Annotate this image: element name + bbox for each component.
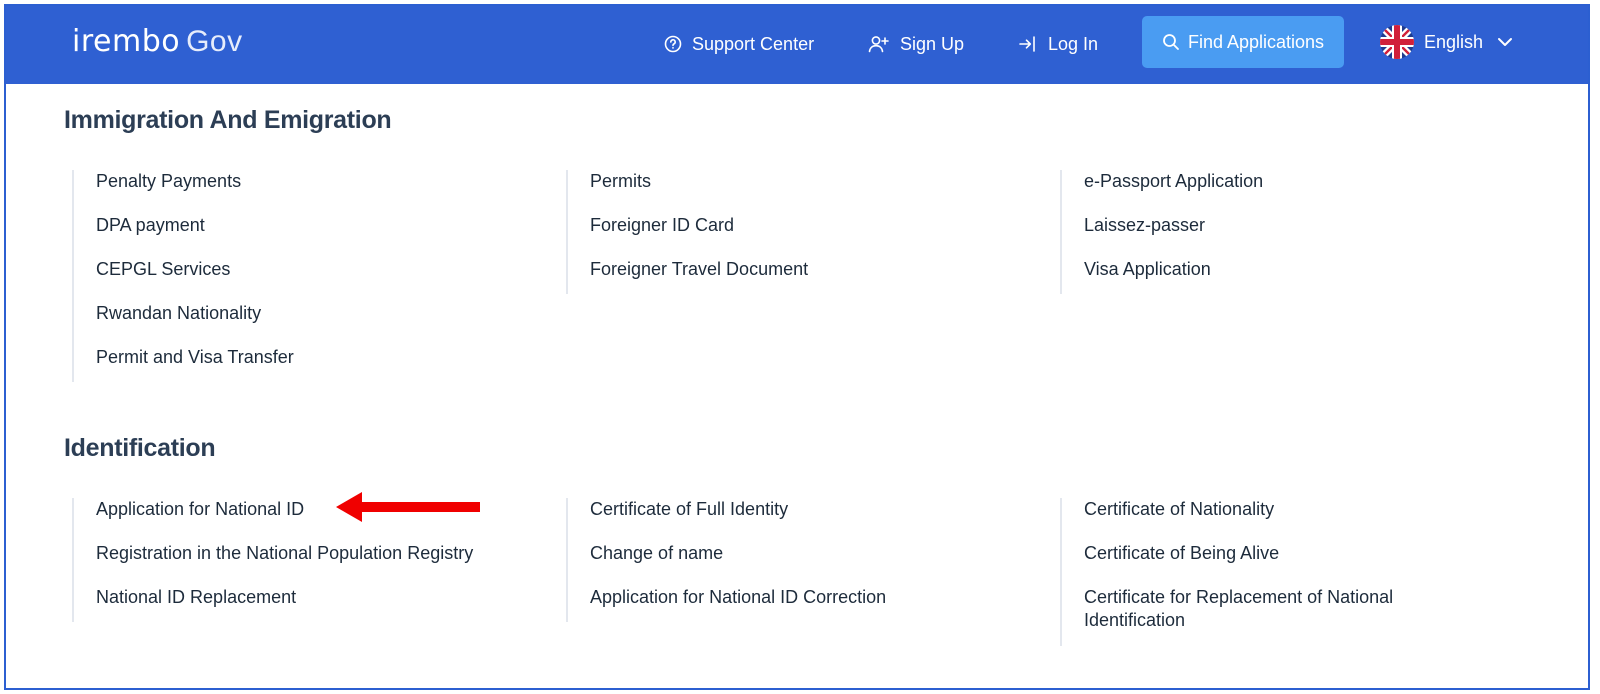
sign-up-label: Sign Up: [900, 33, 965, 54]
service-link[interactable]: Change of name: [590, 542, 886, 565]
uk-flag-icon: [1380, 25, 1414, 59]
find-applications-label: Find Applications: [1187, 31, 1325, 52]
red-arrow-annotation-icon: [336, 492, 480, 522]
service-link[interactable]: Permit and Visa Transfer: [96, 346, 294, 369]
service-link[interactable]: Foreigner ID Card: [590, 214, 808, 237]
brand-name: irembo: [72, 24, 181, 59]
immigration-column-3: e-Passport Application Laissez-passer Vi…: [1060, 170, 1263, 294]
service-link[interactable]: CEPGL Services: [96, 258, 294, 281]
find-applications-button[interactable]: Find Applications: [1142, 16, 1344, 68]
language-selector[interactable]: English: [1380, 22, 1513, 62]
search-icon: [1163, 34, 1179, 50]
log-in-link[interactable]: Log In: [1018, 28, 1098, 60]
service-link[interactable]: Certificate of Full Identity: [590, 498, 886, 521]
identification-column-2: Certificate of Full Identity Change of n…: [566, 498, 886, 622]
service-link[interactable]: Registration in the National Population …: [96, 542, 473, 565]
service-link[interactable]: Penalty Payments: [96, 170, 294, 193]
section-title-immigration: Immigration And Emigration: [64, 106, 392, 134]
immigration-column-1: Penalty Payments DPA payment CEPGL Servi…: [72, 170, 294, 382]
brand-logo[interactable]: irembo Gov: [72, 24, 243, 59]
service-link[interactable]: Rwandan Nationality: [96, 302, 294, 325]
language-label: English: [1424, 31, 1484, 52]
service-link[interactable]: Permits: [590, 170, 808, 193]
service-link[interactable]: Certificate of Nationality: [1084, 498, 1440, 521]
service-link[interactable]: Application for National ID Correction: [590, 586, 886, 609]
top-navbar: irembo Gov Support Center Sign Up Log In…: [6, 6, 1588, 84]
service-link[interactable]: Certificate for Replacement of National …: [1084, 586, 1440, 632]
service-link[interactable]: National ID Replacement: [96, 586, 473, 609]
identification-column-3: Certificate of Nationality Certificate o…: [1060, 498, 1440, 646]
page-frame: irembo Gov Support Center Sign Up Log In…: [4, 4, 1590, 690]
service-link[interactable]: Laissez-passer: [1084, 214, 1263, 237]
service-link[interactable]: e-Passport Application: [1084, 170, 1263, 193]
brand-suffix: Gov: [186, 25, 243, 58]
login-arrow-icon: [1019, 36, 1035, 52]
service-link[interactable]: Foreigner Travel Document: [590, 258, 808, 281]
immigration-column-2: Permits Foreigner ID Card Foreigner Trav…: [566, 170, 808, 294]
support-center-label: Support Center: [692, 33, 815, 54]
user-plus-icon: [868, 36, 889, 53]
chevron-down-icon: [1498, 38, 1513, 46]
question-circle-icon: [664, 35, 682, 53]
support-center-link[interactable]: Support Center: [664, 28, 814, 60]
sign-up-link[interactable]: Sign Up: [868, 28, 964, 60]
service-link[interactable]: Certificate of Being Alive: [1084, 542, 1440, 565]
service-link[interactable]: Visa Application: [1084, 258, 1263, 281]
section-title-identification: Identification: [64, 434, 216, 462]
log-in-label: Log In: [1048, 33, 1099, 54]
service-link[interactable]: DPA payment: [96, 214, 294, 237]
